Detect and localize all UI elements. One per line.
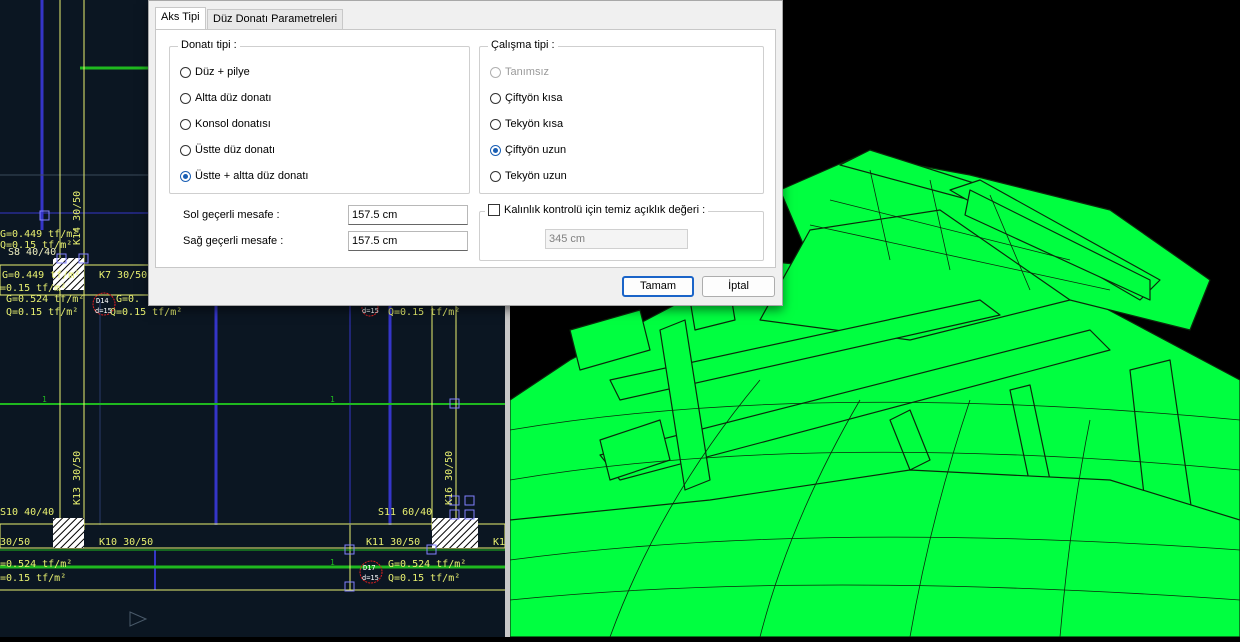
- radio-label: Konsol donatısı: [195, 118, 271, 130]
- tab-panel: Donatı tipi : Düz + pilye Altta düz dona…: [155, 29, 776, 268]
- slab-reinforcement-dialog: Aks Tipi Düz Donatı Parametreleri Donatı…: [148, 0, 783, 306]
- radio-label: Çiftyön uzun: [505, 144, 567, 156]
- radio-selected-icon[interactable]: [490, 144, 501, 156]
- sag-mesafe-input[interactable]: 157.5 cm: [348, 231, 468, 251]
- q-label: Q=0.15 tf/m²: [388, 573, 460, 584]
- radio-label: Tanımsız: [505, 66, 550, 78]
- group-donati-tipi: Donatı tipi : Düz + pilye Altta düz dona…: [169, 39, 470, 194]
- k11-label: K11 30/50: [366, 537, 420, 548]
- radio-ciftyon-kisa[interactable]: Çiftyön kısa: [490, 90, 562, 106]
- axis-number: 1: [330, 558, 335, 567]
- group-label: Donatı tipi :: [178, 39, 240, 51]
- radio-label: Tekyön kısa: [505, 118, 564, 130]
- radio-ciftyon-uzun[interactable]: Çiftyön uzun: [490, 142, 566, 158]
- axis-number: 1: [42, 395, 47, 404]
- q-label: Q=0.15 tf/m²: [6, 307, 78, 318]
- column-s10: [53, 518, 84, 548]
- q-label: =0.15 tf/m²: [0, 283, 66, 294]
- d-label: D17: [363, 564, 376, 572]
- group-calisma-tipi: Çalışma tipi : Tanımsız Çiftyön kısa Tek…: [479, 39, 764, 194]
- axis-number: 1: [330, 395, 335, 404]
- arrow-icon: [129, 611, 148, 627]
- column-s11: [432, 518, 478, 548]
- group-thickness-check: Kalınlık kontrolü için temiz açıklık değ…: [479, 204, 764, 261]
- q-label: =0.15 tf/m²: [0, 573, 66, 584]
- radio-icon[interactable]: [180, 92, 191, 104]
- q-label: Q=0.15 tf/m²: [388, 307, 460, 318]
- radio-label: Düz + pilye: [195, 66, 250, 78]
- tab-aks-tipi[interactable]: Aks Tipi: [155, 7, 206, 29]
- radio-icon[interactable]: [180, 144, 191, 156]
- checkbox-label: Kalınlık kontrolü için temiz açıklık değ…: [504, 204, 706, 216]
- tamam-button[interactable]: Tamam: [622, 276, 694, 297]
- d-label: d=15: [362, 574, 379, 582]
- k7-label: K7 30/50: [99, 270, 147, 281]
- radio-konsol[interactable]: Konsol donatısı: [180, 116, 271, 132]
- marker: [464, 509, 475, 520]
- radio-altta-duz[interactable]: Altta düz donatı: [180, 90, 271, 106]
- iptal-button[interactable]: İptal: [702, 276, 775, 297]
- g-label: G=0.524 tf/m²: [6, 294, 84, 305]
- k10-label: K10 30/50: [99, 537, 153, 548]
- marker: [464, 495, 475, 506]
- s10-label: S10 40/40: [0, 507, 54, 518]
- radio-label: Altta düz donatı: [195, 92, 272, 104]
- radio-icon[interactable]: [490, 92, 501, 104]
- sol-mesafe-input[interactable]: 157.5 cm: [348, 205, 468, 225]
- g-label: G=0.: [116, 294, 140, 305]
- radio-tekyon-kisa[interactable]: Tekyön kısa: [490, 116, 563, 132]
- radio-icon: [490, 66, 501, 78]
- radio-ustte-altta-duz[interactable]: Üstte + altta düz donatı: [180, 168, 308, 184]
- k16-label: K16 30/50: [444, 451, 455, 505]
- k13-label: K13 30/50: [72, 451, 83, 505]
- sag-mesafe-label: Sağ geçerli mesafe :: [183, 235, 284, 247]
- beam-label: 30/50: [0, 537, 30, 548]
- d-label: d=15: [362, 307, 379, 315]
- group-label: Çalışma tipi :: [488, 39, 558, 51]
- radio-ustte-duz[interactable]: Üstte düz donatı: [180, 142, 275, 158]
- s8-label: S8 40/40: [8, 247, 56, 258]
- radio-label: Tekyön uzun: [505, 170, 567, 182]
- radio-tanimsiz: Tanımsız: [490, 64, 549, 80]
- radio-icon[interactable]: [490, 170, 501, 182]
- radio-selected-icon[interactable]: [180, 170, 191, 182]
- radio-icon[interactable]: [180, 118, 191, 130]
- g-label: G=0.449 tf/m²: [2, 270, 80, 281]
- radio-label: Çiftyön kısa: [505, 92, 563, 104]
- q-label: Q=0.15 tf/m²: [110, 307, 182, 318]
- radio-tekyon-uzun[interactable]: Tekyön uzun: [490, 168, 567, 184]
- radio-icon[interactable]: [490, 118, 501, 130]
- d-label: D14: [96, 297, 109, 305]
- checkbox-icon[interactable]: [488, 204, 500, 217]
- tab-duz-donati-parametreleri[interactable]: Düz Donatı Parametreleri: [207, 9, 344, 29]
- d-label: d=15: [95, 307, 112, 315]
- g-label: =0.524 tf/m²: [0, 559, 72, 570]
- thickness-check[interactable]: Kalınlık kontrolü için temiz açıklık değ…: [485, 204, 709, 217]
- g-label: G=0.449 tf/m²: [0, 229, 78, 240]
- radio-duz-pilye[interactable]: Düz + pilye: [180, 64, 250, 80]
- g-label: G=0.524 tf/m²: [388, 559, 466, 570]
- radio-label: Üstte + altta düz donatı: [195, 170, 309, 182]
- radio-icon[interactable]: [180, 66, 191, 78]
- sol-mesafe-label: Sol geçerli mesafe :: [183, 209, 280, 221]
- s11-label: S11 60/40: [378, 507, 432, 518]
- radio-label: Üstte düz donatı: [195, 144, 276, 156]
- k1-label: K1: [493, 537, 505, 548]
- marker: [449, 509, 460, 520]
- k14-label: K14 30/50: [72, 191, 83, 245]
- thickness-input: 345 cm: [545, 229, 688, 249]
